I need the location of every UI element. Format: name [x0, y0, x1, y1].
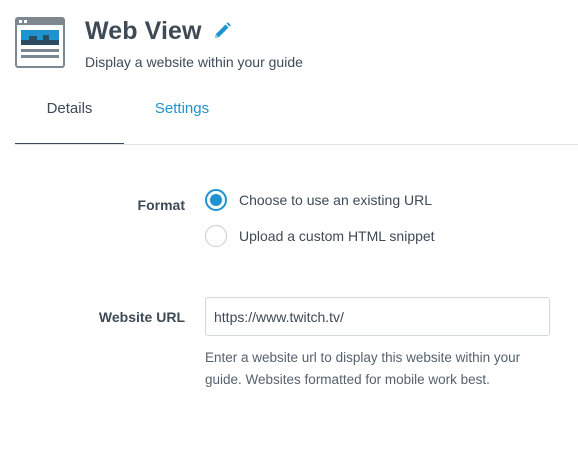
- web-view-settings-page: Web View Display a website within your g…: [0, 0, 578, 473]
- tabs-divider: [15, 144, 578, 145]
- format-option-existing-url[interactable]: Choose to use an existing URL: [205, 189, 432, 211]
- format-option-custom-html[interactable]: Upload a custom HTML snippet: [205, 225, 435, 247]
- website-url-input[interactable]: [205, 297, 550, 336]
- website-url-label: Website URL: [98, 309, 185, 325]
- radio-existing-url[interactable]: [205, 189, 227, 211]
- web-view-icon: [15, 17, 65, 68]
- page-subtitle: Display a website within your guide: [85, 54, 303, 70]
- tab-settings[interactable]: Settings: [142, 88, 222, 144]
- tab-bar: Details Settings: [15, 88, 578, 145]
- tab-settings-label: Settings: [154, 100, 210, 117]
- radio-custom-html-label: Upload a custom HTML snippet: [239, 228, 435, 244]
- title-row: Web View: [85, 15, 232, 47]
- pencil-icon[interactable]: [212, 21, 232, 41]
- format-label: Format: [137, 197, 185, 213]
- website-url-help-text: Enter a website url to display this webs…: [205, 350, 521, 387]
- tab-details[interactable]: Details: [15, 88, 124, 145]
- radio-custom-html[interactable]: [205, 225, 227, 247]
- tab-details-label: Details: [46, 100, 93, 117]
- page-title: Web View: [85, 16, 202, 45]
- radio-existing-url-label: Choose to use an existing URL: [239, 192, 432, 208]
